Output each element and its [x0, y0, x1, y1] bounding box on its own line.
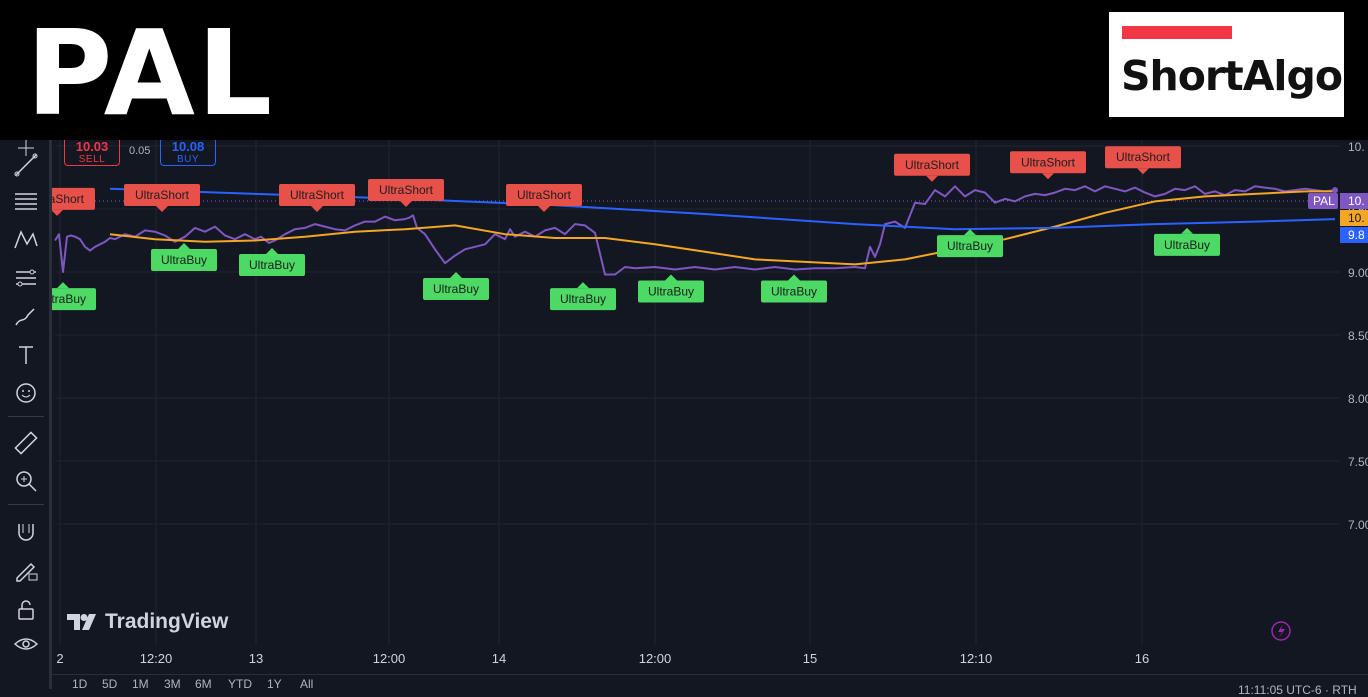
- price-axis-tag-text: 10.: [1348, 194, 1365, 208]
- tradingview-watermark[interactable]: TradingView: [67, 610, 228, 634]
- buy-price: 10.08: [171, 139, 205, 154]
- trend-line-icon[interactable]: [12, 151, 40, 179]
- ultrabuy-text: UltraBuy: [249, 258, 295, 272]
- ticker-axis-tag-text: PAL: [1313, 194, 1335, 208]
- ultrashort-text: UltraShort: [1021, 155, 1076, 169]
- ultrabuy-text: UltraBuy: [947, 239, 993, 253]
- lock-drawing-icon[interactable]: [12, 556, 40, 584]
- buy-button[interactable]: 10.08 BUY: [160, 140, 216, 166]
- lock-icon[interactable]: [12, 596, 40, 624]
- x-tick-label: 12:20: [140, 651, 173, 666]
- logo-bar: [1122, 26, 1232, 39]
- bottom-toolbar: 11:11:05 UTC-6 · RTH 1D 5D 1M 3M 6M YTD 1Y All: [52, 674, 1368, 697]
- y-tick-label: 8.50: [1348, 329, 1368, 343]
- ultrashort-text: UltraShort: [379, 183, 434, 197]
- ultrabuy-text: UltraBuy: [648, 285, 694, 299]
- banner: PAL ShortAlgo: [0, 0, 1368, 140]
- x-tick-label: 14: [492, 651, 506, 666]
- ruler-icon[interactable]: [12, 429, 40, 457]
- y-tick-label: 7.50: [1348, 455, 1368, 469]
- ultrashort-text: UltraShort: [905, 158, 960, 172]
- x-tick-label: 12:00: [639, 651, 672, 666]
- drawing-toolbar: [0, 140, 52, 689]
- ultrashort-text: UltraShort: [135, 188, 190, 202]
- sell-button[interactable]: 10.03 SELL: [64, 140, 120, 166]
- projection-icon[interactable]: [12, 264, 40, 292]
- x-tick-label: 15: [803, 651, 817, 666]
- y-tick-label: 10.: [1348, 140, 1365, 154]
- eye-icon[interactable]: [12, 630, 40, 658]
- ultrabuy-text: UltraBuy: [560, 292, 606, 306]
- ultrashort-text: UltraShort: [1116, 150, 1171, 164]
- clock-readout[interactable]: 11:11:05 UTC-6 · RTH: [1238, 683, 1357, 697]
- toolbar-separator: [8, 416, 44, 417]
- logo-text: ShortAlgo: [1121, 52, 1343, 100]
- brush-icon[interactable]: [12, 303, 40, 331]
- x-tick-label: 12:10: [960, 651, 993, 666]
- ultrashort-text: UltraShort: [517, 188, 572, 202]
- last-price-dot: [1332, 187, 1338, 194]
- buy-label: BUY: [176, 154, 200, 165]
- x-tick-label: 13: [249, 651, 263, 666]
- x-tick-label: 2: [56, 651, 63, 666]
- ultrabuy-text: UltraBuy: [433, 282, 479, 296]
- ultrashort-text: UltraShort: [290, 188, 345, 202]
- tradingview-logo-icon: [67, 614, 96, 630]
- ema-slow-axis-tag-text: 9.8: [1348, 228, 1365, 242]
- fib-icon[interactable]: [12, 188, 40, 216]
- sell-price: 10.03: [75, 139, 109, 154]
- sell-label: SELL: [78, 154, 106, 165]
- ultrabuy-text: UltraBuy: [1164, 238, 1210, 252]
- y-tick-label: 7.00: [1348, 518, 1368, 532]
- ultrabuy-text: UltraBuy: [771, 285, 817, 299]
- zoom-icon[interactable]: [12, 467, 40, 495]
- x-tick-label: 12:00: [373, 651, 406, 666]
- text-icon[interactable]: [12, 341, 40, 369]
- x-tick-label: 16: [1135, 651, 1149, 666]
- ultrabuy-text: UltraBuy: [161, 253, 207, 267]
- toolbar-separator: [8, 504, 44, 505]
- ema-fast-axis-tag-text: 10.: [1348, 211, 1365, 225]
- pattern-icon[interactable]: [12, 226, 40, 254]
- shortalgo-logo: ShortAlgo: [1109, 12, 1344, 117]
- ticker-title: PAL: [26, 4, 275, 142]
- magnet-icon[interactable]: [12, 518, 40, 546]
- y-tick-label: 9.00: [1348, 266, 1368, 280]
- spread-value: 0.05: [129, 145, 151, 157]
- tradingview-text: TradingView: [105, 610, 229, 633]
- emoji-icon[interactable]: [12, 379, 40, 407]
- y-tick-label: 8.00: [1348, 392, 1368, 406]
- plot-area: [55, 140, 1340, 685]
